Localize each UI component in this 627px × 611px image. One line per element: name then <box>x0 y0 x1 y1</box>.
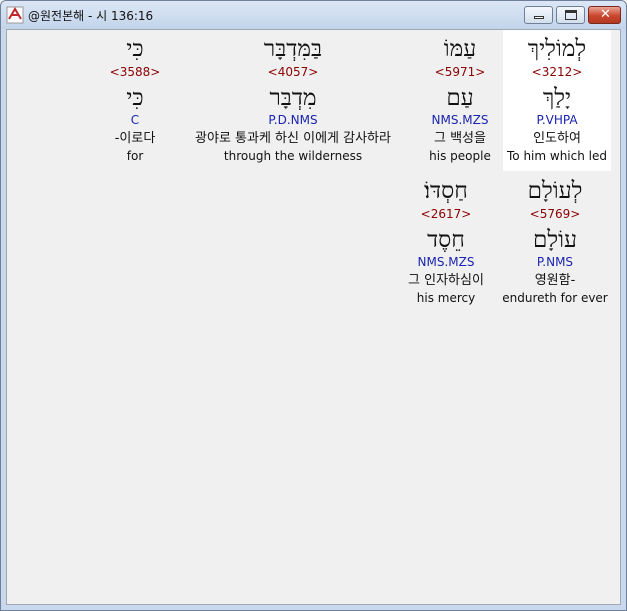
hebrew-lemma: חֵסֶד <box>427 227 465 253</box>
english-gloss: for <box>126 149 144 163</box>
word-cell[interactable]: חַסְדּוֹ׃ <2617> חֵסֶד NMS.MZS 그 인자하심이 h… <box>316 172 576 312</box>
word-cell[interactable]: כִּי <3588> כִּי C -이로다 for <box>5 30 265 170</box>
app-window: @원전본해 - 시 136:16 ✕ לְמוֹלִיךְ <3212> יָל… <box>0 0 627 611</box>
korean-gloss: 그 인자하심이 <box>408 273 484 288</box>
english-gloss: his mercy <box>416 291 476 305</box>
app-icon <box>6 6 24 24</box>
minimize-icon <box>534 16 544 19</box>
window-title: @원전본해 - 시 136:16 <box>28 9 154 23</box>
morphology-code: C <box>130 113 140 127</box>
strong-number[interactable]: <3588> <box>5 65 265 79</box>
strong-number[interactable]: <2617> <box>316 207 576 221</box>
minimize-button[interactable] <box>524 6 553 24</box>
morphology-code: NMS.MZS <box>417 255 475 269</box>
maximize-button[interactable] <box>556 6 585 24</box>
maximize-icon <box>565 10 577 20</box>
close-icon: ✕ <box>600 7 611 22</box>
korean-gloss: -이로다 <box>114 131 156 146</box>
hebrew-lemma: כִּי <box>126 85 144 111</box>
hebrew-word: כִּי <box>126 36 144 62</box>
hebrew-word: חַסְדּוֹ׃ <box>424 178 468 204</box>
close-button[interactable]: ✕ <box>588 6 621 24</box>
title-bar[interactable]: @원전본해 - 시 136:16 ✕ <box>1 1 626 29</box>
interlinear-panel: לְמוֹלִיךְ <3212> יָלַךְ P.VHPA 인도하여 To … <box>6 29 621 605</box>
